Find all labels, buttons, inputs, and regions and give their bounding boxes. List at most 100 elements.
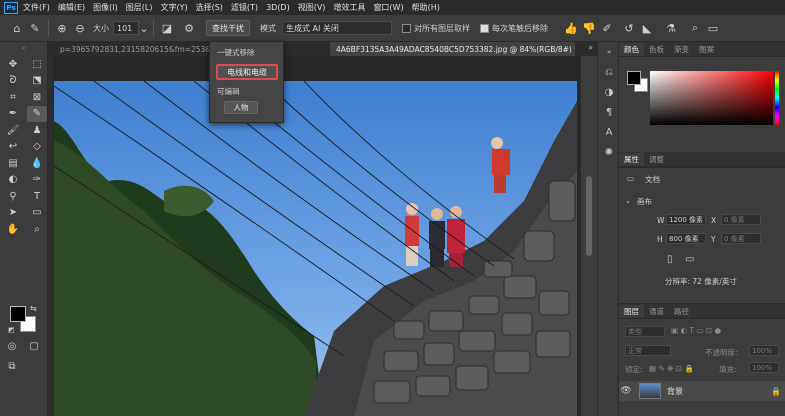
tab-channels[interactable]: 通道	[644, 305, 669, 318]
width-input[interactable]: 1200 像素	[666, 214, 706, 225]
collapse-icon[interactable]: »	[598, 42, 620, 62]
collapse-icon[interactable]: «	[0, 42, 47, 56]
foreground-color-swatch[interactable]	[10, 306, 26, 322]
x-input[interactable]: 0 像素	[721, 214, 761, 225]
menu-type[interactable]: 文字(Y)	[160, 2, 187, 13]
rectangle-tool-icon[interactable]: ▭	[27, 205, 47, 222]
paragraph-icon[interactable]: ¶	[598, 102, 620, 122]
hand-tool-icon[interactable]: ✋	[3, 221, 23, 238]
chevron-down-icon[interactable]: ⌄	[139, 19, 149, 37]
search-icon[interactable]: ⌕	[686, 19, 704, 37]
mode-select[interactable]: 生成式 AI 关闭	[282, 21, 392, 35]
thumbs-up-icon[interactable]: 👍	[562, 19, 580, 37]
sample-all-checkbox[interactable]	[402, 23, 411, 33]
gear-icon[interactable]: ⚙	[180, 19, 198, 37]
menu-window[interactable]: 窗口(W)	[373, 2, 403, 13]
wires-and-cables-option[interactable]: 电线和电缆	[216, 64, 278, 80]
remove-tool-icon[interactable]: ✎	[26, 19, 44, 37]
dodge-tool-icon[interactable]: ◐	[3, 172, 23, 189]
tab-color[interactable]: 颜色	[619, 43, 644, 56]
remove-after-checkbox[interactable]	[480, 23, 489, 33]
find-distractions-button[interactable]: 查找干扰	[206, 20, 250, 36]
color-swatches[interactable]: ⇆ ◩	[8, 304, 40, 334]
tab-adjustments[interactable]: 调整	[644, 153, 669, 166]
height-input[interactable]: 800 像素	[666, 233, 706, 244]
history-brush-tool-icon[interactable]: ↩	[3, 139, 23, 156]
zoom-tool-icon[interactable]: ⌕	[27, 221, 47, 238]
menu-filter[interactable]: 滤镜(T)	[231, 2, 258, 13]
landscape-icon[interactable]: ▭	[685, 254, 694, 265]
clone-stamp-tool-icon[interactable]: ♟	[27, 122, 47, 139]
pressure-icon[interactable]: ◪	[158, 19, 176, 37]
lasso-tool-icon[interactable]: ᘐ	[3, 73, 23, 90]
type-tool-icon[interactable]: T	[27, 188, 47, 205]
eraser-tool-icon[interactable]: ◇	[27, 139, 47, 156]
swap-colors-icon[interactable]: ⇆	[30, 304, 37, 313]
beaker-icon[interactable]: ⚗	[662, 19, 680, 37]
brush-tool-icon[interactable]: 🖌	[3, 122, 23, 139]
menu-edit[interactable]: 编辑(E)	[58, 2, 85, 13]
tab-patterns[interactable]: 图案	[694, 43, 719, 56]
tab-swatches[interactable]: 色板	[644, 43, 669, 56]
tab-paths[interactable]: 路径	[669, 305, 694, 318]
tab-gradients[interactable]: 渐变	[669, 43, 694, 56]
frame-tool-icon[interactable]: ⊠	[27, 89, 47, 106]
tab-document-2[interactable]: 4A6BF3135A3A49ADAC8540BC5D753382.jpg @ 8…	[330, 42, 575, 56]
menu-3d[interactable]: 3D(D)	[266, 3, 290, 12]
edit-toolbar-icon[interactable]: ⧉	[2, 358, 22, 375]
scrollbar-thumb[interactable]	[586, 176, 592, 256]
menu-layer[interactable]: 图层(L)	[126, 2, 153, 13]
portrait-icon[interactable]: ▯	[667, 254, 673, 265]
default-colors-icon[interactable]: ◩	[8, 326, 15, 334]
filter-icons[interactable]: ▣ ◐ T ▭ ⊡ ●	[671, 326, 721, 335]
brush-add-icon[interactable]: ⊕	[53, 19, 71, 37]
opacity-input[interactable]: 100%	[749, 345, 779, 356]
move-tool-icon[interactable]: ✥	[3, 56, 23, 73]
y-input[interactable]: 0 像素	[721, 233, 761, 244]
brush-subtract-icon[interactable]: ⊖	[71, 19, 89, 37]
angle-icon[interactable]: ◣	[638, 19, 656, 37]
layer-kind-filter[interactable]: 类型	[625, 326, 665, 337]
canvas-area[interactable]	[48, 56, 580, 416]
path-select-tool-icon[interactable]: ➤	[3, 205, 23, 222]
workspace-icon[interactable]: ▭	[704, 19, 722, 37]
menu-view[interactable]: 视图(V)	[298, 2, 326, 13]
thumbs-down-icon[interactable]: 👎	[580, 19, 598, 37]
color-picker-field[interactable]	[650, 71, 773, 125]
menu-plugins[interactable]: 增效工具	[333, 2, 365, 13]
undo-icon[interactable]: ↺	[620, 19, 638, 37]
chevron-right-icon[interactable]: »	[588, 43, 593, 52]
quick-mask-icon[interactable]: ◎	[2, 338, 22, 355]
fill-input[interactable]: 100%	[749, 362, 779, 373]
size-input[interactable]: 101	[113, 21, 139, 35]
eye-icon[interactable]: 👁	[619, 386, 633, 396]
chevron-down-icon[interactable]: ⌄	[625, 196, 631, 205]
pen-tool-icon[interactable]: ✑	[27, 172, 47, 189]
layer-row[interactable]: 👁 背景 🔒	[619, 381, 785, 401]
eyedropper-tool-icon[interactable]: ✒	[3, 106, 23, 123]
tab-layers[interactable]: 图层	[619, 305, 644, 318]
tab-properties[interactable]: 属性	[619, 153, 644, 166]
document-image[interactable]	[54, 81, 577, 416]
gradient-tool-icon[interactable]: ▤	[3, 155, 23, 172]
menu-select[interactable]: 选择(S)	[196, 2, 223, 13]
adjustment-icon[interactable]: ◑	[598, 82, 620, 102]
marquee-tool-icon[interactable]: ⬚	[27, 56, 47, 73]
character-icon[interactable]: A	[598, 122, 620, 142]
screen-mode-icon[interactable]: ▢	[24, 338, 44, 355]
vertical-scrollbar[interactable]	[580, 56, 597, 416]
blend-mode-select[interactable]: 正常	[625, 345, 671, 356]
lock-icons[interactable]: ▦ ✎ ✥ ⊡ 🔒	[649, 364, 694, 373]
menu-help[interactable]: 帮助(H)	[412, 2, 440, 13]
menu-image[interactable]: 图像(I)	[93, 2, 118, 13]
crop-tool-icon[interactable]: ⌗	[3, 89, 23, 106]
blur-tool-icon[interactable]: 💧	[27, 155, 47, 172]
menu-file[interactable]: 文件(F)	[23, 2, 50, 13]
brush-settings-icon[interactable]: ✐	[598, 19, 616, 37]
home-icon[interactable]: ⌂	[8, 19, 26, 37]
object-select-tool-icon[interactable]: ⬔	[27, 73, 47, 90]
people-option[interactable]: 人物	[224, 101, 258, 114]
brush-preset-icon[interactable]: ✺	[598, 142, 620, 162]
hue-slider[interactable]	[775, 71, 779, 125]
remove-tool-icon[interactable]: ✎	[27, 105, 47, 122]
